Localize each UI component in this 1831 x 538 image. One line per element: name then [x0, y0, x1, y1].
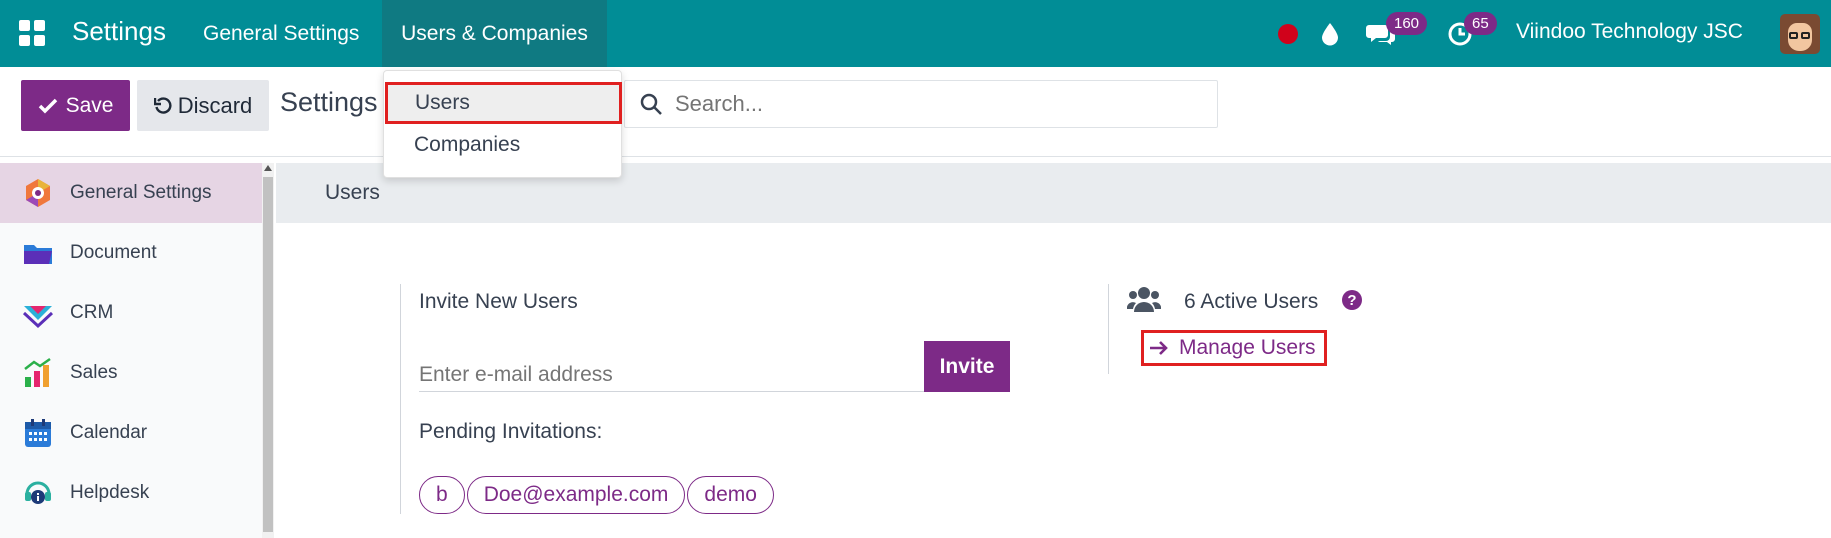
invite-title: Invite New Users: [419, 290, 578, 313]
calendar-icon: [25, 419, 51, 447]
sidebar-item-crm[interactable]: CRM: [0, 283, 262, 343]
menu-users-companies[interactable]: Users & Companies: [382, 0, 607, 67]
sidebar-item-helpdesk[interactable]: Helpdesk: [0, 463, 262, 523]
dropdown-item-companies[interactable]: Companies: [384, 124, 623, 166]
apps-menu-icon[interactable]: [19, 20, 45, 46]
invitation-tag[interactable]: demo: [687, 476, 774, 514]
section-title: Users: [325, 181, 380, 204]
control-panel: Save Discard Settings: [0, 67, 1831, 157]
users-settings-content: Invite New Users Invite Pending Invitati…: [276, 223, 1831, 538]
activity-badge: 65: [1464, 12, 1497, 35]
users-companies-dropdown: Users Companies: [383, 70, 622, 178]
check-icon: [38, 98, 57, 113]
active-users-count: 6 Active Users: [1184, 290, 1319, 313]
chat-badge: 160: [1386, 12, 1428, 35]
search-box[interactable]: [624, 80, 1218, 128]
helpdesk-icon: [25, 481, 51, 504]
sidebar-item-document[interactable]: Document: [0, 223, 262, 283]
folder-icon: [24, 245, 52, 264]
page-title: Settings: [280, 87, 378, 117]
menu-general-settings[interactable]: General Settings: [203, 0, 359, 67]
crm-icon: [22, 306, 54, 329]
search-input[interactable]: [675, 91, 1195, 117]
sidebar-label: Helpdesk: [70, 482, 150, 503]
save-button[interactable]: Save: [21, 80, 130, 131]
general-settings-icon: [26, 179, 50, 207]
top-navbar: Settings General Settings Users & Compan…: [0, 0, 1831, 67]
pending-invitations-list: b Doe@example.com demo: [419, 476, 774, 514]
sidebar-label: Calendar: [70, 422, 148, 443]
manage-users-link[interactable]: Manage Users: [1141, 330, 1327, 366]
record-icon[interactable]: [1278, 0, 1298, 67]
company-switcher[interactable]: Viindoo Technology JSC: [1516, 20, 1743, 44]
sidebar-label: CRM: [70, 302, 114, 323]
user-avatar[interactable]: [1780, 14, 1820, 54]
app-brand[interactable]: Settings: [72, 16, 166, 47]
help-icon[interactable]: ?: [1342, 290, 1362, 310]
sidebar-scrollbar[interactable]: [262, 163, 274, 538]
sidebar-item-general-settings[interactable]: General Settings: [0, 163, 262, 223]
sidebar-label: Document: [70, 242, 157, 263]
save-label: Save: [65, 93, 114, 117]
manage-users-label: Manage Users: [1179, 336, 1316, 359]
sidebar-label: Sales: [70, 362, 118, 383]
discard-label: Discard: [177, 92, 253, 118]
sales-icon: [24, 357, 51, 387]
discard-button[interactable]: Discard: [137, 80, 269, 131]
invitation-tag[interactable]: b: [419, 476, 465, 514]
dropdown-item-users[interactable]: Users: [385, 82, 622, 124]
arrow-right-icon: [1150, 341, 1168, 355]
invitation-tag[interactable]: Doe@example.com: [466, 476, 686, 514]
settings-sidebar: General Settings Document CRM Sales Cale…: [0, 163, 262, 538]
search-icon: [640, 93, 662, 115]
pending-invitations-label: Pending Invitations:: [419, 420, 603, 443]
active-users-block: 6 Active Users ? Manage Users: [1108, 284, 1508, 374]
invite-button[interactable]: Invite: [924, 341, 1010, 392]
drop-icon[interactable]: [1321, 0, 1339, 67]
sidebar-item-calendar[interactable]: Calendar: [0, 403, 262, 463]
sidebar-item-sales[interactable]: Sales: [0, 343, 262, 403]
invite-users-block: Invite New Users Invite Pending Invitati…: [400, 284, 1020, 514]
users-icon: [1127, 287, 1161, 312]
undo-icon: [153, 96, 172, 114]
email-field[interactable]: [419, 344, 924, 392]
sidebar-label: General Settings: [70, 182, 212, 203]
